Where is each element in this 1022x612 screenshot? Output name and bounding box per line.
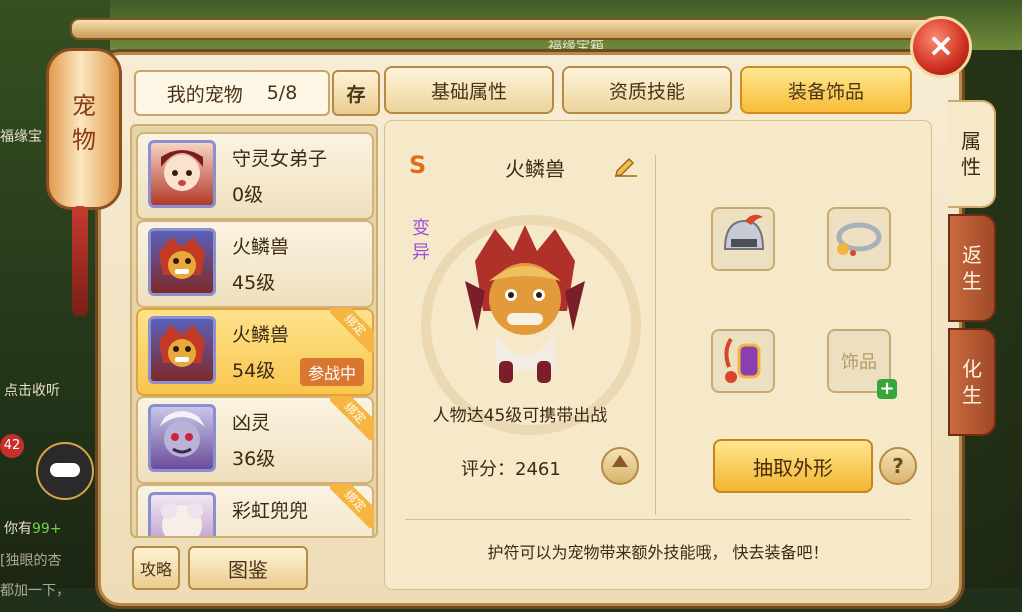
pet-list-item[interactable]: 守灵女弟子 0级	[136, 132, 374, 220]
equipment-slot-helmet[interactable]	[711, 207, 775, 271]
score: 评分：2461	[461, 455, 561, 481]
pet-avatar	[148, 492, 216, 536]
selected-pet-name: 火鳞兽	[505, 157, 565, 181]
side-tab-transform[interactable]: 化生	[948, 328, 996, 436]
helmet-icon	[723, 214, 765, 250]
carry-requirement: 人物达45级可携带出战	[432, 406, 608, 426]
pet-level: 45级	[232, 272, 276, 294]
chat-line: 都加一下，	[0, 583, 70, 599]
tab-basic-attributes[interactable]: 基础属性	[384, 66, 554, 114]
panel-top-rail	[70, 18, 944, 40]
background-text: 福缘宝	[0, 129, 42, 145]
collar-icon	[836, 222, 882, 256]
bound-badge: 绑定	[330, 396, 374, 440]
side-tab-label: 属性	[961, 129, 981, 179]
pet-level: 0级	[232, 184, 264, 206]
score-value: 2461	[515, 459, 561, 480]
score-label: 评分：	[461, 459, 515, 480]
pet-count-box: 我的宠物 5/8	[134, 70, 330, 116]
panel-title-line: 宠	[72, 92, 96, 120]
bound-badge: 绑定	[330, 308, 374, 352]
lantern-title: 宠 物	[46, 48, 122, 210]
pet-list-item[interactable]: 火鳞兽 45级	[136, 220, 374, 308]
bound-label: 绑定	[330, 308, 374, 352]
grade-badge: S	[409, 151, 427, 179]
amulet-icon	[724, 337, 761, 383]
pet-avatar	[148, 140, 216, 208]
pet-model-image	[455, 221, 595, 389]
pet-name: 彩虹兜兜	[232, 500, 309, 522]
chat-icon[interactable]	[36, 442, 94, 500]
pet-avatar	[148, 316, 216, 384]
equipment-slot-collar[interactable]	[827, 207, 891, 271]
side-tab-label: 返生	[962, 243, 982, 293]
pet-list-panel: 我的宠物 5/8 存 守灵女弟子 0级 火鳞兽 45级 火鳞兽 54级 绑定 参…	[124, 64, 380, 592]
pet-avatar	[148, 404, 216, 472]
chat-count-badge: 42	[0, 434, 24, 458]
bound-label: 绑定	[330, 484, 374, 528]
pet-list[interactable]: 守灵女弟子 0级 火鳞兽 45级 火鳞兽 54级 绑定 参战中 凶灵 36级 绑…	[130, 124, 378, 538]
edit-name-icon[interactable]	[613, 155, 639, 177]
side-tab-attributes[interactable]: 属性	[948, 100, 996, 208]
panel-title: 宠 物	[49, 89, 119, 157]
side-tab-rebirth[interactable]: 返生	[948, 214, 996, 322]
pet-list-item[interactable]: 凶灵 36级 绑定	[136, 396, 374, 484]
accessory-slot-label: 饰品	[841, 352, 877, 373]
equipment-slot-amulet[interactable]	[711, 329, 775, 393]
pet-count: 5/8	[266, 82, 298, 104]
divider	[655, 155, 656, 515]
store-button[interactable]: 存	[332, 70, 380, 116]
panel-title-line: 物	[72, 126, 96, 154]
chat-line: [独眼的杏	[0, 553, 62, 569]
lantern-tassel	[72, 206, 88, 316]
pet-level: 54级	[232, 360, 276, 382]
equipment-slot-accessory[interactable]: 饰品 +	[827, 329, 897, 399]
pet-list-item[interactable]: 彩虹兜兜 绑定	[136, 484, 374, 536]
tab-aptitude-skills[interactable]: 资质技能	[562, 66, 732, 114]
in-battle-badge: 参战中	[299, 358, 364, 386]
pet-name: 火鳞兽	[232, 324, 290, 346]
tab-equipment[interactable]: 装备饰品	[740, 66, 912, 114]
upgrade-arrow-button[interactable]	[601, 447, 639, 485]
variant-label: 变异	[412, 218, 430, 263]
divider	[405, 519, 911, 520]
pet-name: 火鳞兽	[232, 236, 290, 258]
chat-line-text: 你有	[4, 521, 32, 537]
bound-label: 绑定	[330, 396, 374, 440]
pet-avatar	[148, 228, 216, 296]
pet-level: 36级	[232, 448, 276, 470]
tips-button[interactable]: 攻略	[132, 546, 180, 590]
bound-badge: 绑定	[330, 484, 374, 528]
chat-line-highlight: 99+	[32, 521, 62, 537]
equipment-content: S 火鳞兽 变异 人物达45级可携带出战 评分：2461 饰品 + 抽取外形 ?…	[384, 120, 932, 590]
pet-name: 守灵女弟子	[232, 148, 328, 170]
pet-name: 凶灵	[232, 412, 271, 434]
side-tab-label: 化生	[962, 357, 982, 407]
chat-line: 你有99+	[4, 518, 62, 538]
footer-tip: 护符可以为宠物带来额外技能哦， 快去装备吧！	[487, 543, 829, 562]
close-button[interactable]: ×	[910, 16, 972, 78]
add-icon[interactable]: +	[877, 379, 897, 399]
my-pets-label: 我的宠物	[166, 83, 243, 106]
pet-list-item-selected[interactable]: 火鳞兽 54级 绑定 参战中	[136, 308, 374, 396]
listen-chat-text[interactable]: 点击收听	[4, 380, 60, 400]
extract-appearance-button[interactable]: 抽取外形	[713, 439, 873, 493]
codex-button[interactable]: 图鉴	[188, 546, 308, 590]
help-button[interactable]: ?	[879, 447, 917, 485]
